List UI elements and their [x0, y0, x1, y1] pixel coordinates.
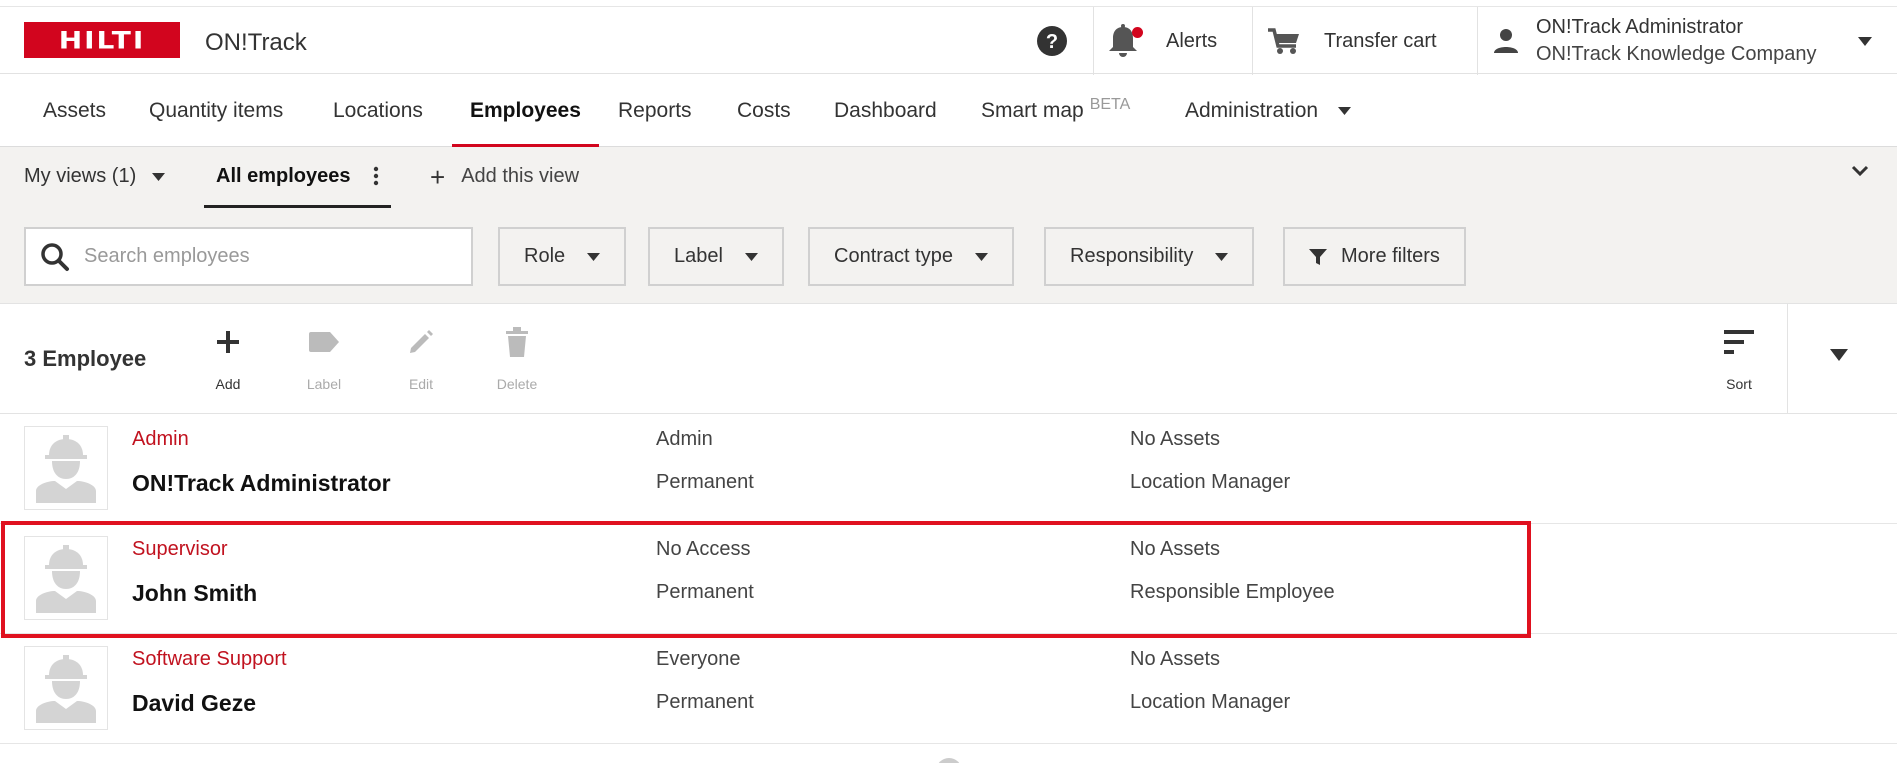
- employee-role-link[interactable]: Supervisor: [132, 538, 228, 561]
- avatar: [24, 426, 108, 510]
- hilti-logo[interactable]: HILTI: [24, 22, 180, 58]
- worker-avatar-icon: [36, 545, 96, 613]
- add-button[interactable]: Add: [188, 322, 268, 392]
- asset-count: No Assets: [1130, 648, 1221, 670]
- responsibility: Location Manager: [1130, 691, 1291, 713]
- list-toolbar: 3 Employee Add Label Edit Delete Sort: [0, 304, 1897, 414]
- tab-quantity-items[interactable]: Quantity items: [149, 75, 283, 147]
- cart-icon: [1268, 28, 1299, 54]
- role-filter[interactable]: Role: [498, 227, 627, 286]
- access-level: Admin: [656, 428, 713, 450]
- tab-employees[interactable]: Employees: [452, 75, 599, 147]
- contract-type-filter[interactable]: Contract type: [808, 227, 1014, 286]
- header-divider: [1252, 7, 1253, 75]
- company-name: ON!Track Knowledge Company: [1536, 43, 1817, 65]
- contract-type: Permanent: [656, 581, 754, 603]
- caret-down-icon: [1215, 252, 1229, 261]
- sort-button[interactable]: Sort: [1699, 322, 1779, 392]
- bell-icon: [1106, 21, 1143, 61]
- loading-indicator: [936, 758, 962, 763]
- alerts-label: Alerts: [1166, 29, 1218, 52]
- asset-count: No Assets: [1130, 428, 1221, 450]
- filter-icon: [1309, 248, 1327, 265]
- responsibility-filter[interactable]: Responsibility: [1044, 227, 1255, 286]
- header-divider: [1093, 7, 1094, 75]
- sort-icon: [1724, 330, 1754, 354]
- employee-name: John Smith: [132, 580, 258, 606]
- worker-avatar-icon: [36, 435, 96, 503]
- worker-avatar-icon: [36, 655, 96, 723]
- avatar: [24, 646, 108, 730]
- employee-row[interactable]: Supervisor John Smith No Access Permanen…: [0, 524, 1897, 634]
- caret-down-icon: [974, 252, 988, 261]
- tab-reports[interactable]: Reports: [618, 75, 692, 147]
- search-icon: [41, 242, 69, 271]
- plus-icon: +: [430, 161, 446, 192]
- alerts-button[interactable]: Alerts: [1106, 7, 1217, 75]
- chevron-down-icon[interactable]: [1851, 165, 1869, 177]
- header-divider: [1477, 7, 1478, 75]
- asset-count: No Assets: [1130, 538, 1221, 560]
- delete-button[interactable]: Delete: [477, 322, 557, 392]
- beta-badge: BETA: [1089, 96, 1131, 113]
- user-name: ON!Track Administrator: [1536, 16, 1744, 38]
- caret-down-icon: [744, 252, 758, 261]
- trash-icon: [506, 327, 528, 357]
- employee-row[interactable]: Admin ON!Track Administrator Admin Perma…: [0, 414, 1897, 524]
- employee-name: David Geze: [132, 690, 256, 716]
- alert-dot: [1132, 27, 1143, 38]
- tab-costs[interactable]: Costs: [737, 75, 791, 147]
- contract-type: Permanent: [656, 471, 754, 493]
- top-header: HILTI ON!Track ? Alerts Transfer cart ON…: [0, 6, 1897, 75]
- transfer-cart-label: Transfer cart: [1324, 29, 1437, 52]
- app-name: ON!Track: [205, 29, 307, 56]
- tab-smart-map[interactable]: Smart map BETA: [981, 75, 1130, 147]
- tab-dashboard[interactable]: Dashboard: [834, 75, 937, 147]
- responsibility: Responsible Employee: [1130, 581, 1335, 603]
- transfer-cart-button[interactable]: Transfer cart: [1266, 7, 1437, 75]
- access-level: Everyone: [656, 648, 741, 670]
- add-view-button[interactable]: + Add this view: [430, 161, 579, 192]
- svg-text:?: ?: [1046, 31, 1058, 53]
- avatar: [24, 536, 108, 620]
- plus-icon: [217, 331, 239, 353]
- employee-name: ON!Track Administrator: [132, 470, 391, 496]
- kebab-menu-icon[interactable]: [373, 166, 379, 186]
- filter-bar: Role Label Contract type Responsibility …: [0, 208, 1897, 304]
- access-level: No Access: [656, 538, 751, 560]
- pencil-icon: [410, 330, 433, 353]
- caret-down-icon: [1337, 107, 1351, 116]
- caret-down-icon: [1858, 37, 1872, 46]
- label-filter[interactable]: Label: [648, 227, 784, 286]
- toolbar-divider: [1787, 304, 1788, 414]
- edit-button[interactable]: Edit: [381, 322, 461, 392]
- tag-icon: [309, 332, 339, 352]
- views-bar: My views (1) All employees + Add this vi…: [0, 147, 1897, 208]
- tab-assets[interactable]: Assets: [43, 75, 106, 147]
- caret-down-icon: [587, 252, 601, 261]
- caret-down-icon: [152, 172, 166, 181]
- main-navigation: Assets Quantity items Locations Employee…: [0, 75, 1897, 147]
- view-tab-all-employees[interactable]: All employees: [204, 147, 391, 208]
- search-box[interactable]: [24, 227, 473, 286]
- label-button[interactable]: Label: [284, 322, 364, 392]
- search-input[interactable]: [84, 245, 444, 268]
- tab-administration[interactable]: Administration: [1185, 75, 1351, 147]
- user-menu[interactable]: ON!Track Administrator ON!Track Knowledg…: [1492, 7, 1892, 75]
- employee-role-link[interactable]: Software Support: [132, 648, 287, 671]
- more-filters-button[interactable]: More filters: [1283, 227, 1466, 286]
- employee-row[interactable]: Software Support David Geze Everyone Per…: [0, 634, 1897, 744]
- help-icon[interactable]: ?: [1036, 25, 1068, 57]
- my-views-dropdown[interactable]: My views (1): [24, 165, 166, 188]
- user-icon: [1494, 29, 1518, 53]
- employee-role-link[interactable]: Admin: [132, 428, 189, 451]
- caret-down-icon[interactable]: [1830, 349, 1848, 361]
- tab-locations[interactable]: Locations: [333, 75, 423, 147]
- responsibility: Location Manager: [1130, 471, 1291, 493]
- employee-count: 3 Employee: [24, 346, 147, 371]
- contract-type: Permanent: [656, 691, 754, 713]
